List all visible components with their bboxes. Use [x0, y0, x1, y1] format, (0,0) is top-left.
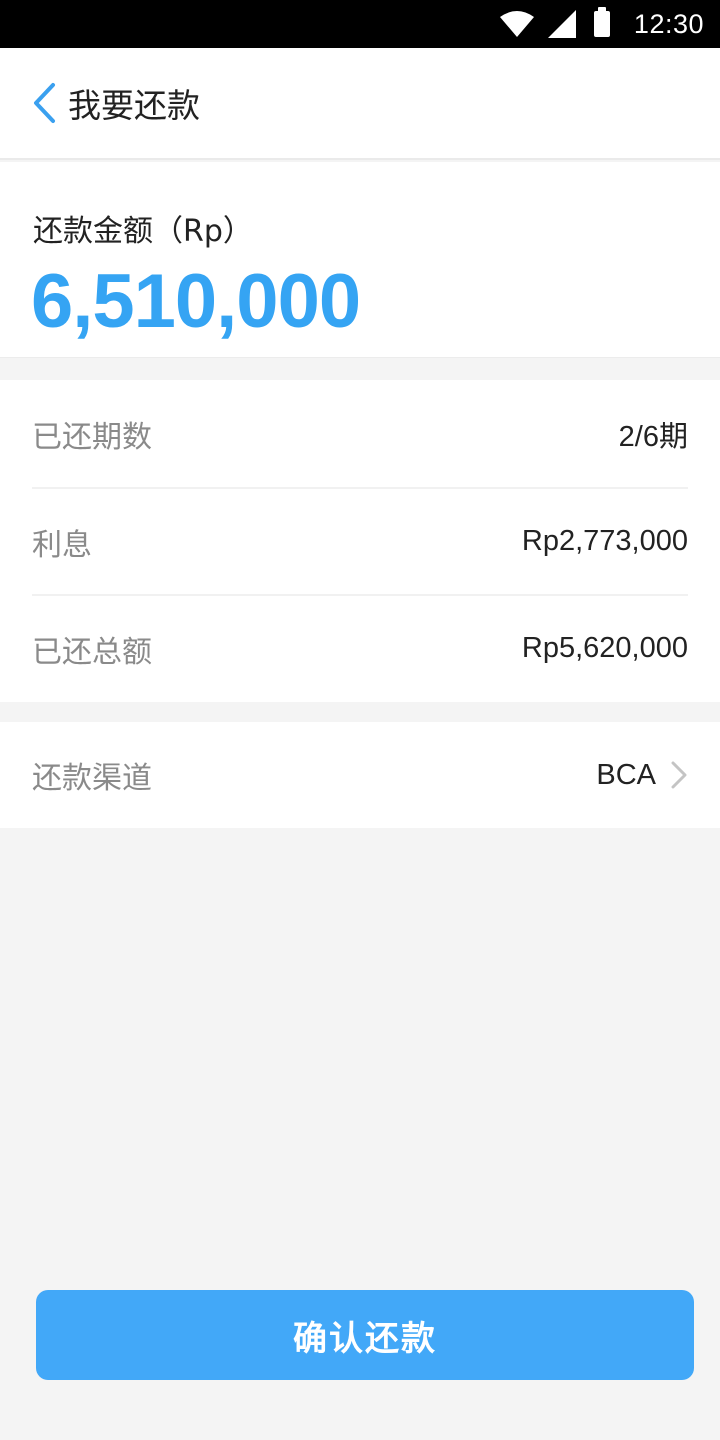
detail-row-paid-total: 已还总额 Rp5,620,000 [32, 594, 688, 701]
wifi-icon [499, 11, 534, 37]
page-title: 我要还款 [68, 86, 200, 125]
detail-value: Rp5,620,000 [521, 632, 688, 664]
amount-value: 6,510,000 [31, 259, 361, 344]
detail-value: 2/6期 [618, 420, 688, 453]
channel-right: BCA [596, 759, 688, 792]
amount-card: 还款金额（Rp） 6,510,000 [0, 162, 720, 358]
channel-value: BCA [596, 758, 656, 791]
chevron-right-icon [671, 761, 687, 789]
amount-label: 还款金额（Rp） [33, 214, 253, 249]
repayment-channel-selector[interactable]: 还款渠道 BCA [0, 722, 720, 828]
status-icons: 12:30 [499, 7, 704, 40]
header: 我要还款 [0, 48, 720, 160]
detail-row-interest: 利息 Rp2,773,000 [32, 487, 688, 594]
detail-label: 已还期数 [32, 419, 152, 455]
detail-label: 利息 [32, 527, 92, 563]
detail-row-paid-periods: 已还期数 2/6期 [32, 380, 688, 487]
battery-icon [593, 7, 610, 37]
channel-label: 还款渠道 [32, 761, 152, 796]
status-time: 12:30 [633, 8, 704, 39]
back-button[interactable] [14, 47, 74, 159]
repayment-screen: 12:30 我要还款 还款金额（Rp） 6,510,000 已还期数 2/6期 … [0, 0, 720, 1440]
confirm-repayment-button[interactable]: 确认还款 [36, 1290, 694, 1380]
detail-list: 已还期数 2/6期 利息 Rp2,773,000 已还总额 Rp5,620,00… [0, 380, 720, 702]
chevron-left-icon [34, 83, 55, 123]
detail-value: Rp2,773,000 [521, 525, 688, 557]
cell-signal-icon [547, 10, 576, 38]
status-bar: 12:30 [0, 0, 720, 48]
detail-label: 已还总额 [32, 634, 152, 670]
